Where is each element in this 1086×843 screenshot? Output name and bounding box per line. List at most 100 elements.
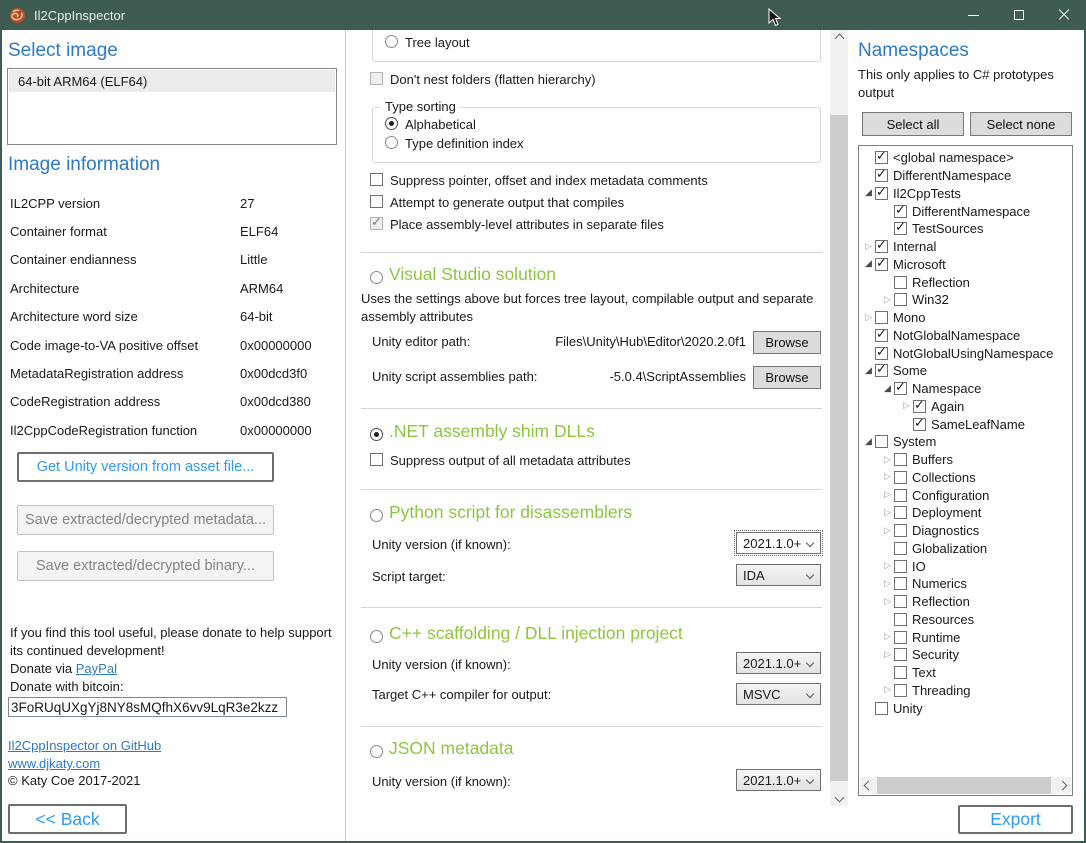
type-sorting-radio[interactable] — [385, 136, 398, 149]
path-field[interactable]: -5.0.4\ScriptAssemblies — [536, 369, 746, 384]
tree-item[interactable]: SameLeafName — [859, 415, 1072, 433]
tree-checkbox[interactable] — [894, 205, 907, 218]
tree-item[interactable]: ▷Threading — [859, 682, 1072, 700]
tree-expander-icon[interactable]: ▷ — [881, 490, 894, 500]
tree-checkbox[interactable] — [894, 560, 907, 573]
bitcoin-address-input[interactable] — [8, 697, 287, 717]
tree-layout-radio[interactable] — [385, 35, 398, 48]
tree-checkbox[interactable] — [894, 506, 907, 519]
section-checkbox-row[interactable]: Suppress output of all metadata attribut… — [370, 453, 631, 468]
tree-checkbox[interactable] — [894, 524, 907, 537]
tree-hscrollbar-right-button[interactable] — [1054, 777, 1071, 794]
type-sorting-option[interactable]: Type definition index — [385, 136, 524, 151]
combo-box[interactable]: 2021.1.0+ — [736, 769, 821, 791]
tree-checkbox[interactable] — [894, 595, 907, 608]
tree-item[interactable]: ▷Reflection — [859, 593, 1072, 611]
tree-expander-icon[interactable]: ◢ — [862, 437, 875, 447]
tree-item[interactable]: Unity — [859, 699, 1072, 717]
tree-item[interactable]: <global namespace> — [859, 149, 1072, 167]
tree-layout-option[interactable]: Tree layout — [385, 35, 470, 50]
tree-expander-icon[interactable]: ▷ — [881, 561, 894, 571]
section-radio[interactable] — [370, 630, 383, 643]
tree-checkbox[interactable] — [894, 684, 907, 697]
tree-checkbox[interactable] — [875, 347, 888, 360]
option-checkbox[interactable] — [370, 217, 383, 230]
path-field[interactable]: Files\Unity\Hub\Editor\2020.2.0f1 — [536, 334, 746, 349]
tree-hscrollbar-left-button[interactable] — [860, 777, 877, 794]
export-button[interactable]: Export — [958, 805, 1073, 834]
tree-item[interactable]: ▷Again — [859, 398, 1072, 416]
close-button[interactable] — [1041, 0, 1086, 30]
option-checkbox[interactable] — [370, 195, 383, 208]
tree-item[interactable]: ▷IO — [859, 557, 1072, 575]
tree-item[interactable]: ▷Mono — [859, 309, 1072, 327]
tree-checkbox[interactable] — [894, 613, 907, 626]
tree-expander-icon[interactable]: ▷ — [881, 579, 894, 589]
tree-item[interactable]: ▷Diagnostics — [859, 522, 1072, 540]
tree-item[interactable]: DifferentNamespace — [859, 202, 1072, 220]
tree-item[interactable]: ▷Numerics — [859, 575, 1072, 593]
tree-checkbox[interactable] — [894, 453, 907, 466]
section-heading-cpp[interactable]: C++ scaffolding / DLL injection project — [370, 623, 683, 644]
section-radio[interactable] — [370, 428, 383, 441]
tree-item[interactable]: ▷Win32 — [859, 291, 1072, 309]
tree-expander-icon[interactable]: ◢ — [862, 188, 875, 198]
tree-item[interactable]: ▷Configuration — [859, 486, 1072, 504]
minimize-button[interactable] — [951, 0, 996, 30]
tree-hscrollbar-thumb[interactable] — [877, 777, 1051, 794]
option-checkbox-row[interactable]: Attempt to generate output that compiles — [370, 195, 624, 210]
option-checkbox-row[interactable]: Suppress pointer, offset and index metad… — [370, 173, 708, 188]
tree-expander-icon[interactable]: ▷ — [881, 472, 894, 482]
combo-box[interactable]: 2021.1.0+ — [736, 532, 821, 554]
tree-item[interactable]: ◢Il2CppTests — [859, 185, 1072, 203]
section-heading-json[interactable]: JSON metadata — [370, 738, 514, 759]
section-radio[interactable] — [370, 745, 383, 758]
tree-item[interactable]: Text — [859, 664, 1072, 682]
section-heading-python[interactable]: Python script for disassemblers — [370, 502, 632, 523]
back-button[interactable]: << Back — [8, 804, 127, 834]
tree-hscrollbar[interactable] — [860, 777, 1071, 794]
type-sorting-option[interactable]: Alphabetical — [385, 117, 476, 132]
tree-expander-icon[interactable]: ▷ — [881, 455, 894, 465]
tree-checkbox[interactable] — [875, 435, 888, 448]
tree-item[interactable]: TestSources — [859, 220, 1072, 238]
select-all-button[interactable]: Select all — [862, 112, 964, 136]
tree-checkbox[interactable] — [913, 418, 926, 431]
tree-item[interactable]: ▷Collections — [859, 469, 1072, 487]
maximize-button[interactable] — [996, 0, 1041, 30]
tree-checkbox[interactable] — [894, 222, 907, 235]
tree-item[interactable]: DifferentNamespace — [859, 167, 1072, 185]
tree-item[interactable]: NotGlobalUsingNamespace — [859, 344, 1072, 362]
scrollbar-thumb[interactable] — [830, 115, 848, 781]
tree-expander-icon[interactable]: ▷ — [862, 242, 875, 252]
image-listbox[interactable]: 64-bit ARM64 (ELF64) — [7, 68, 337, 145]
tree-checkbox[interactable] — [894, 577, 907, 590]
website-link[interactable]: www.djkaty.com — [8, 756, 100, 771]
select-none-button[interactable]: Select none — [970, 112, 1072, 136]
tree-expander-icon[interactable]: ◢ — [862, 259, 875, 269]
tree-checkbox[interactable] — [913, 400, 926, 413]
tree-checkbox[interactable] — [894, 631, 907, 644]
tree-expander-icon[interactable]: ▷ — [862, 313, 875, 323]
tree-item[interactable]: Resources — [859, 611, 1072, 629]
image-list-item[interactable]: 64-bit ARM64 (ELF64) — [9, 70, 335, 92]
middle-scrollbar[interactable] — [830, 30, 848, 806]
tree-checkbox[interactable] — [875, 702, 888, 715]
section-heading-shim[interactable]: .NET assembly shim DLLs — [370, 421, 595, 442]
option-checkbox[interactable] — [370, 173, 383, 186]
scrollbar-up-button[interactable] — [830, 30, 848, 47]
tree-checkbox[interactable] — [875, 258, 888, 271]
tree-expander-icon[interactable]: ▷ — [881, 295, 894, 305]
tree-checkbox[interactable] — [894, 489, 907, 502]
tree-checkbox[interactable] — [875, 187, 888, 200]
tree-item[interactable]: ▷Security — [859, 646, 1072, 664]
browse-button[interactable]: Browse — [753, 366, 821, 389]
tree-checkbox[interactable] — [875, 151, 888, 164]
section-heading-vs[interactable]: Visual Studio solution — [370, 264, 556, 285]
tree-checkbox[interactable] — [894, 276, 907, 289]
github-link[interactable]: Il2CppInspector on GitHub — [8, 738, 161, 753]
tree-item[interactable]: ◢Microsoft — [859, 256, 1072, 274]
tree-checkbox[interactable] — [875, 169, 888, 182]
namespace-tree[interactable]: <global namespace>DifferentNamespace◢Il2… — [858, 145, 1073, 796]
tree-item[interactable]: Reflection — [859, 273, 1072, 291]
